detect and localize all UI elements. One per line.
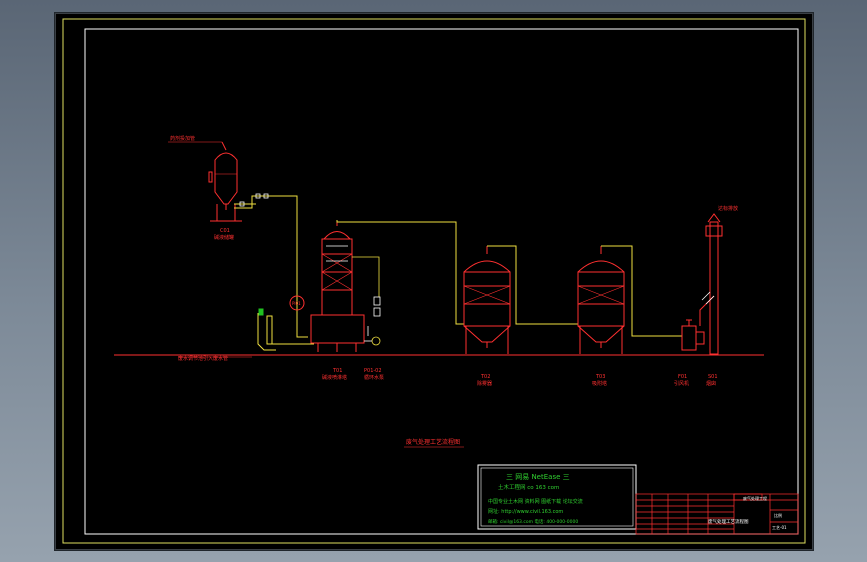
watermark-line3: 中国专业土木网 资料网 图纸下载 论坛交流 [488, 498, 583, 505]
t01-tag: T01 [332, 368, 342, 374]
stack-inlet [701, 291, 715, 305]
scrubber-tower-t01 [310, 220, 365, 352]
t03-name: 吸附塔 [592, 380, 607, 387]
outer-frame [62, 18, 806, 544]
p01-tag: P01-02 [364, 368, 382, 374]
duct-t02-t03 [487, 245, 578, 325]
watermark-line2: 土木工程网 co 163 com [498, 483, 559, 491]
watermark-line1: 三 网易 NetEase 三 [506, 473, 570, 481]
tb-scale: 比例 [774, 512, 782, 518]
circulation-pumps-p01 [352, 256, 381, 346]
t01-name: 碱液喷淋塔 [322, 374, 347, 381]
c01-tag: C01 [220, 228, 230, 234]
process-flow-diagram: 废水调节池引入废水管 药剂投加管 C01 碱液储罐 PI01 T01 碱液喷淋塔… [62, 18, 806, 544]
exhaust-label: 达标排放 [718, 205, 738, 212]
fan-f01 [681, 295, 715, 351]
drawing-title: 废气处理工艺流程图 [406, 438, 460, 446]
s01-name: 烟囱 [706, 380, 716, 387]
stack-s01 [705, 213, 723, 355]
feed-label: 药剂投加管 [170, 135, 195, 142]
watermark-line5: 邮箱: civil@163.com 电话: 400-000-0000 [488, 518, 578, 525]
f01-tag: F01 [678, 374, 687, 380]
f01-name: 引风机 [674, 380, 689, 387]
t02-tag: T02 [480, 374, 490, 380]
t03-tag: T03 [595, 374, 605, 380]
c01-name: 碱液储罐 [214, 234, 234, 241]
tb-project: 废气处理工程 [743, 495, 767, 501]
pi01-tag: PI01 [292, 301, 301, 306]
tower-t03 [577, 246, 625, 354]
duct-t03-fan [601, 245, 682, 337]
p01-name: 循环水泵 [364, 374, 384, 381]
drawing-sheet: 废水调节池引入废水管 药剂投加管 C01 碱液储罐 PI01 T01 碱液喷淋塔… [55, 13, 813, 550]
storage-tank-c01 [168, 141, 242, 222]
watermark-line4: 网址: http://www.civil.163.com [488, 508, 563, 515]
t02-name: 除雾器 [477, 380, 492, 387]
s01-tag: S01 [708, 374, 718, 380]
duct-t01-t02 [336, 220, 464, 325]
inlet-label: 废水调节池引入废水管 [178, 355, 228, 362]
tb-drawing-name: 废气处理工艺流程图 [708, 518, 749, 525]
tower-t02 [463, 246, 511, 354]
inner-frame [84, 28, 799, 535]
tb-sheet-no: 工艺-01 [772, 525, 787, 530]
